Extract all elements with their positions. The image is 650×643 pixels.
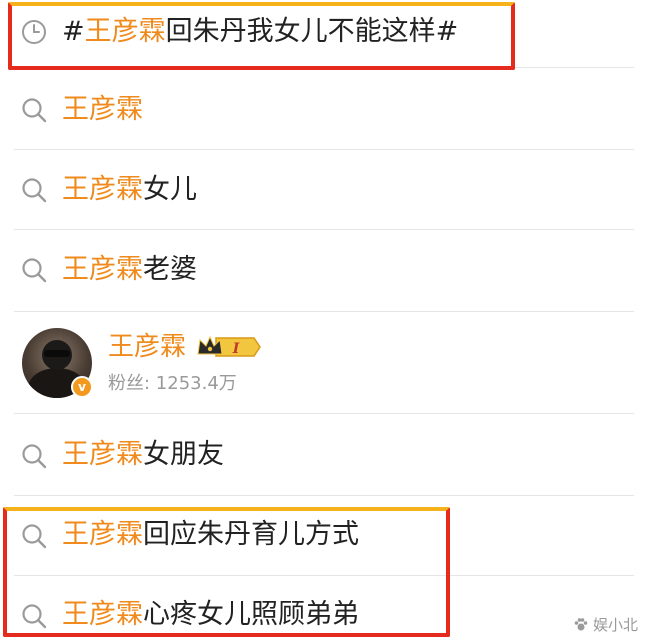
suggestion-row[interactable]: 王彦霖女朋友 bbox=[0, 414, 650, 496]
suggestion-text: 王彦霖老婆 bbox=[62, 252, 197, 288]
search-icon bbox=[22, 258, 47, 283]
history-rest: 回朱丹我女儿不能这样 bbox=[165, 16, 436, 47]
crown-level-badge-icon: I bbox=[197, 335, 261, 357]
history-row[interactable]: #王彦霖回朱丹我女儿不能这样# bbox=[0, 0, 650, 68]
suggestion-rest: 女朋友 bbox=[143, 439, 224, 470]
hash-open: # bbox=[62, 16, 85, 47]
keyword-highlight: 王彦霖 bbox=[84, 16, 166, 47]
keyword-highlight: 王彦霖 bbox=[62, 599, 143, 630]
suggestion-text: 王彦霖回应朱丹育儿方式 bbox=[62, 517, 359, 553]
verified-badge-icon: v bbox=[71, 376, 93, 398]
clock-icon bbox=[22, 20, 46, 44]
search-icon bbox=[22, 524, 47, 549]
user-name[interactable]: 王彦霖 bbox=[108, 330, 186, 364]
keyword-highlight: 王彦霖 bbox=[62, 174, 143, 205]
paw-icon bbox=[574, 617, 588, 630]
suggestion-rest: 女儿 bbox=[143, 174, 197, 205]
suggestion-rest: 回应朱丹育儿方式 bbox=[143, 519, 359, 550]
user-card-row[interactable]: v 王彦霖 I 粉丝: 1253.4万 bbox=[0, 312, 650, 414]
keyword-highlight: 王彦霖 bbox=[62, 439, 143, 470]
search-icon bbox=[22, 178, 47, 203]
level-text: I bbox=[232, 341, 240, 357]
suggestion-row[interactable]: 王彦霖老婆 bbox=[0, 230, 650, 312]
search-icon bbox=[22, 604, 47, 629]
suggestion-row[interactable]: 王彦霖 bbox=[0, 68, 650, 150]
watermark-text: 娱小北 bbox=[592, 616, 638, 634]
suggestion-row[interactable]: 王彦霖女儿 bbox=[0, 150, 650, 230]
suggestion-text: 王彦霖女儿 bbox=[62, 172, 197, 208]
watermark: 娱小北 bbox=[573, 614, 638, 635]
fans-count: 粉丝: 1253.4万 bbox=[108, 373, 237, 394]
search-icon bbox=[22, 98, 47, 123]
keyword-highlight: 王彦霖 bbox=[62, 519, 143, 550]
suggestion-rest: 老婆 bbox=[143, 254, 197, 285]
search-icon bbox=[22, 444, 47, 469]
suggestion-row[interactable]: 王彦霖心疼女儿照顾弟弟 bbox=[0, 576, 650, 643]
suggestion-text: 王彦霖女朋友 bbox=[62, 437, 224, 473]
hash-close: # bbox=[435, 16, 459, 47]
history-text: #王彦霖回朱丹我女儿不能这样# bbox=[62, 14, 458, 50]
suggestion-text: 王彦霖心疼女儿照顾弟弟 bbox=[62, 597, 359, 633]
suggestion-text: 王彦霖 bbox=[62, 92, 143, 128]
keyword-highlight: 王彦霖 bbox=[62, 94, 143, 125]
suggestion-rest: 心疼女儿照顾弟弟 bbox=[143, 599, 359, 630]
suggestion-row[interactable]: 王彦霖回应朱丹育儿方式 bbox=[0, 496, 650, 576]
keyword-highlight: 王彦霖 bbox=[62, 254, 143, 285]
